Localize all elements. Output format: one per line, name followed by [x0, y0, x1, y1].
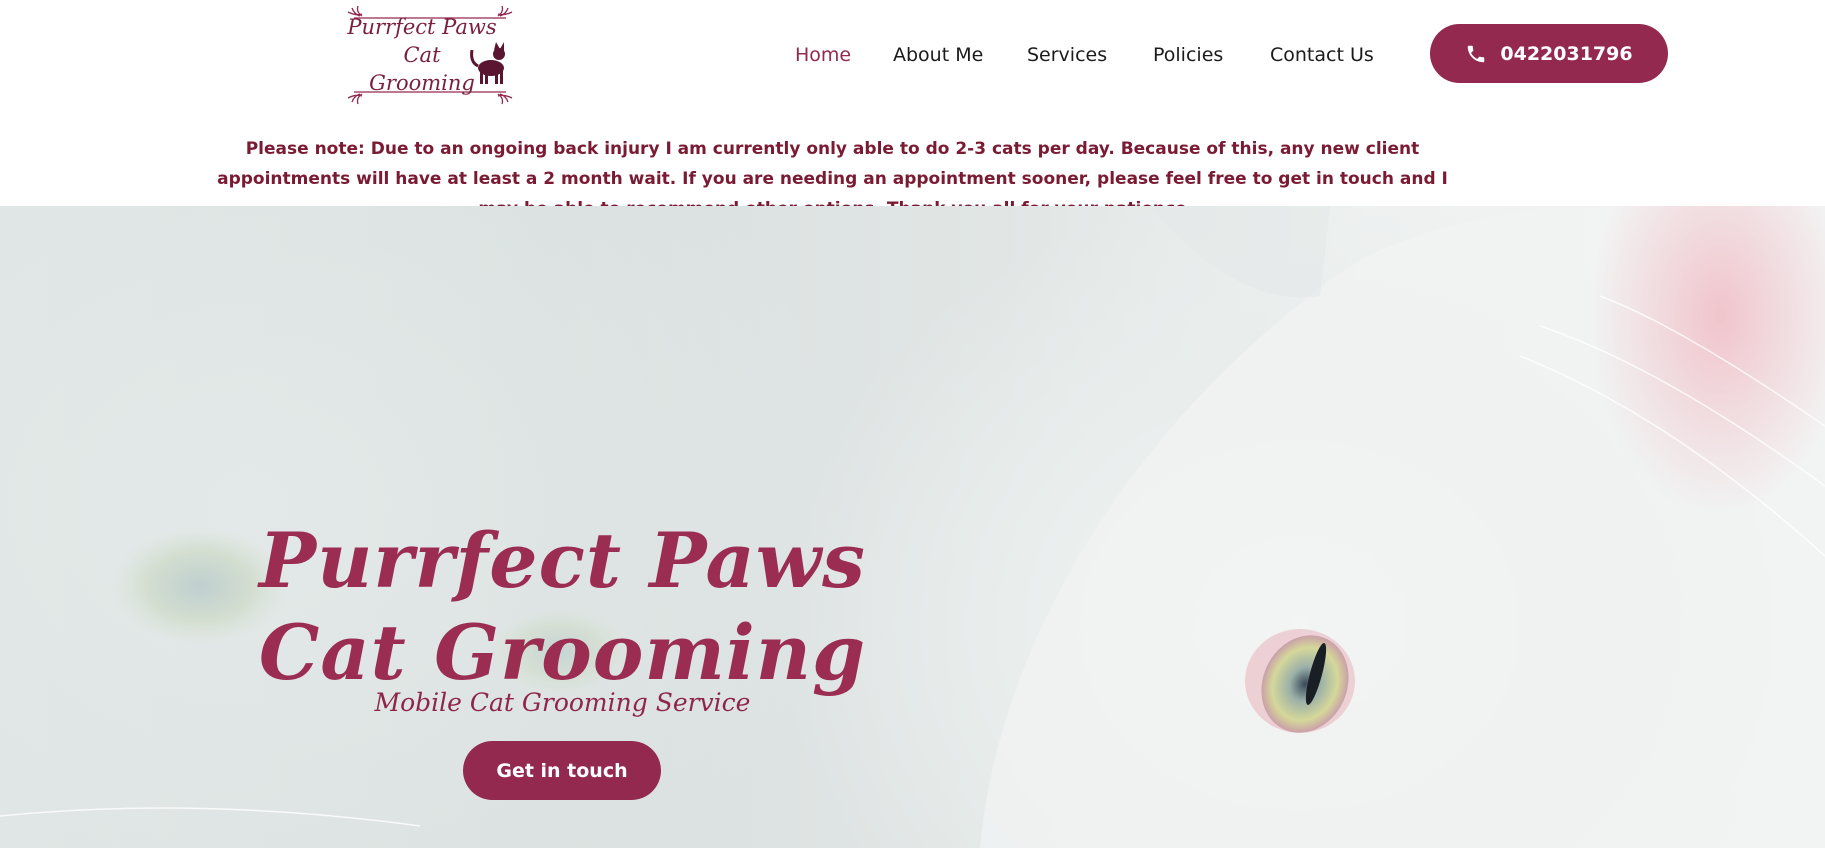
hero-title: Purrfect Paws Cat Grooming	[258, 515, 867, 697]
site-header: Purrfect Paws Cat Grooming Home About Me…	[0, 0, 1825, 219]
logo-text-line2: Grooming	[369, 71, 475, 95]
hero-subtitle: Mobile Cat Grooming Service	[374, 688, 751, 717]
phone-button[interactable]: 0422031796	[1430, 24, 1668, 83]
nav-item-home[interactable]: Home	[795, 40, 851, 70]
nav-item-about-me[interactable]: About Me	[893, 40, 983, 70]
phone-icon	[1468, 45, 1485, 62]
nav-item-contact-us[interactable]: Contact Us	[1270, 40, 1374, 70]
get-in-touch-button[interactable]: Get in touch	[463, 741, 661, 800]
nav-item-services[interactable]: Services	[1027, 40, 1107, 70]
hero-section: Purrfect Paws Cat Grooming Mobile Cat Gr…	[0, 206, 1825, 848]
phone-button-label: 0422031796	[1500, 42, 1633, 65]
logo-text-line1: Purrfect Paws Cat	[347, 15, 497, 67]
nav-item-policies[interactable]: Policies	[1153, 40, 1223, 70]
site-logo[interactable]: Purrfect Paws Cat Grooming	[344, 4, 516, 106]
